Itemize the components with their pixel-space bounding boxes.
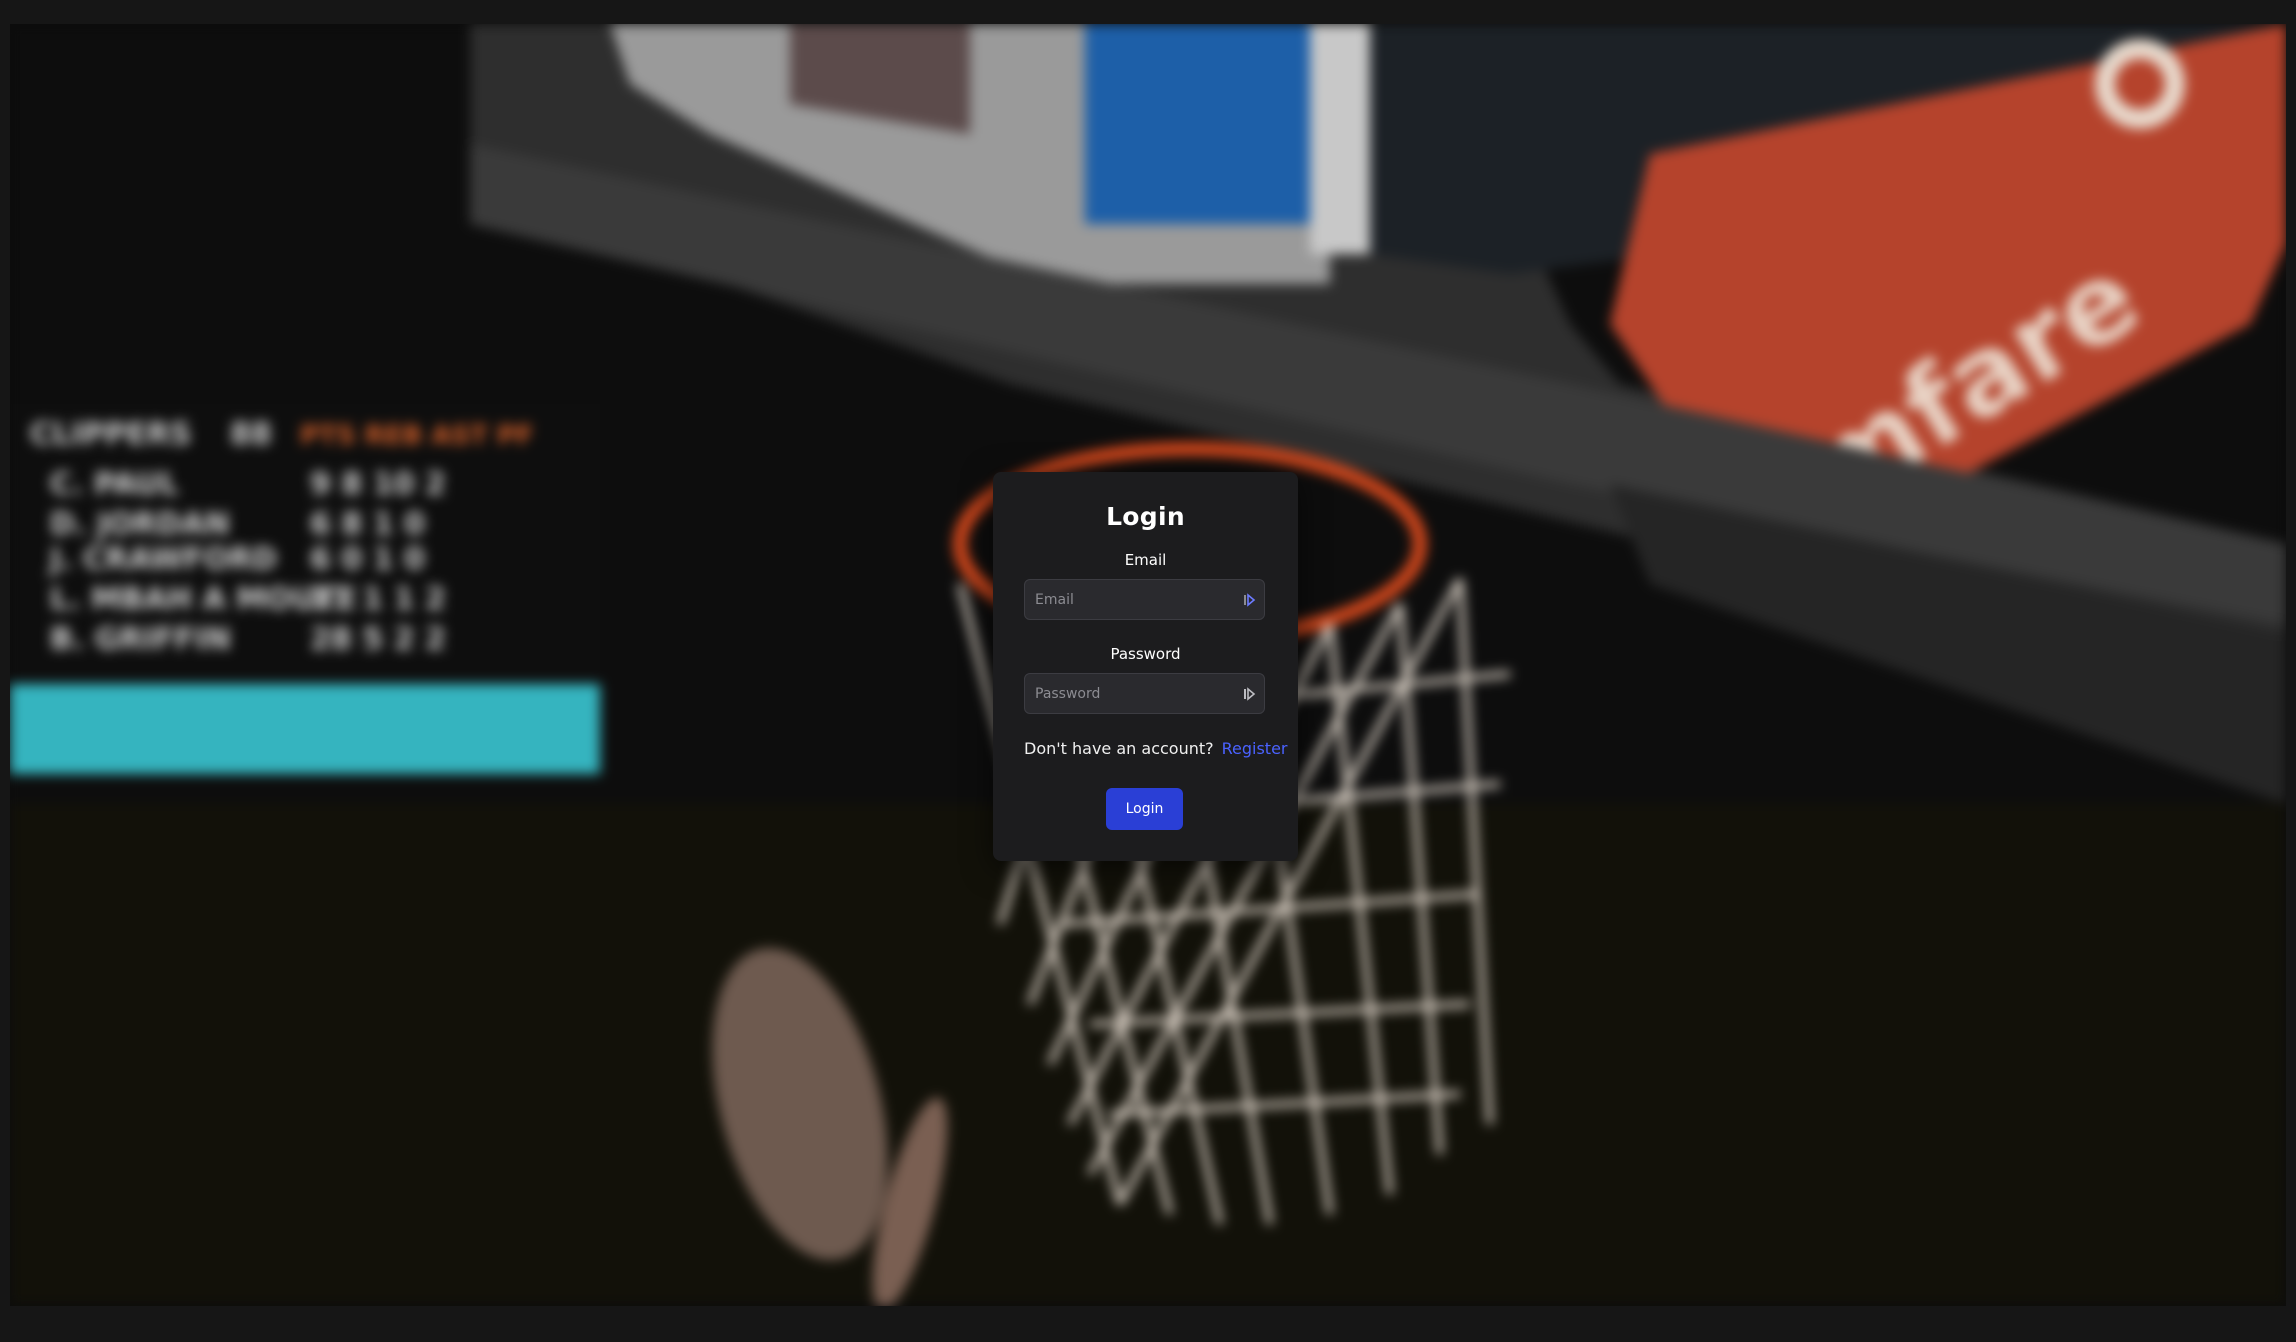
page-root: mfare CLIPPERS 88 C. PAUL D. JORDAN J. C… — [0, 0, 2296, 1342]
svg-text:6 0 1 0: 6 0 1 0 — [310, 542, 425, 577]
svg-text:B. GRIFFIN: B. GRIFFIN — [50, 622, 231, 657]
register-row: Don't have an account? Register — [1024, 739, 1288, 758]
password-field[interactable] — [1025, 674, 1230, 713]
svg-text:D. JORDAN: D. JORDAN — [50, 507, 230, 542]
login-form: Login Email Password Don't have an accou… — [993, 472, 1298, 861]
svg-text:9 8 10 2: 9 8 10 2 — [310, 467, 446, 502]
login-title: Login — [1106, 502, 1185, 531]
password-field-wrapper — [1024, 673, 1265, 714]
svg-text:6 8 1 0: 6 8 1 0 — [310, 507, 425, 542]
autofill-key-icon[interactable] — [1242, 686, 1258, 702]
svg-text:C. PAUL: C. PAUL — [50, 467, 179, 502]
svg-text:J. CRAWFORD: J. CRAWFORD — [48, 542, 277, 577]
email-field[interactable] — [1025, 580, 1230, 619]
register-prompt: Don't have an account? — [1024, 739, 1214, 758]
svg-text:88: 88 — [230, 417, 272, 452]
password-label: Password — [1110, 645, 1181, 663]
svg-text:11 1 1 2: 11 1 1 2 — [310, 582, 446, 617]
svg-text:28 5 2 2: 28 5 2 2 — [310, 622, 446, 657]
register-link[interactable]: Register — [1222, 739, 1288, 758]
email-field-wrapper — [1024, 579, 1265, 620]
autofill-key-icon[interactable] — [1242, 592, 1258, 608]
svg-text:CLIPPERS: CLIPPERS — [30, 417, 191, 452]
svg-text:PTS REB AST PF: PTS REB AST PF — [300, 421, 534, 451]
email-label: Email — [1124, 551, 1167, 569]
login-button[interactable]: Login — [1106, 788, 1183, 830]
